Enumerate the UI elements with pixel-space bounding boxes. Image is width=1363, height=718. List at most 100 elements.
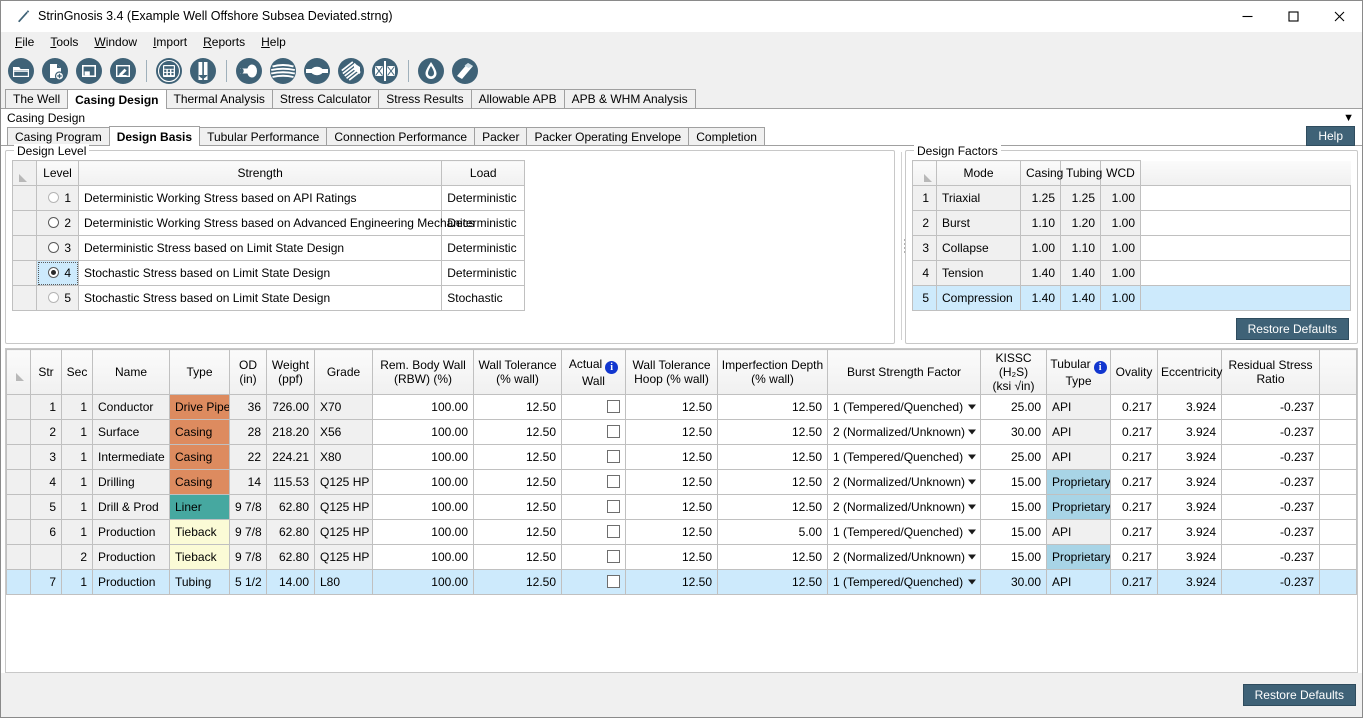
row-index[interactable]: 2 [912,210,937,236]
eccentricity-cell[interactable]: 3.924 [1157,394,1222,420]
column-header-eccentricity[interactable]: Eccentricity [1157,349,1222,395]
menu-item-tools[interactable]: Tools [42,33,86,51]
minimize-button[interactable] [1224,1,1270,32]
grade-cell[interactable]: Q125 HP [314,469,373,495]
pipe-burst-icon[interactable] [234,56,264,86]
wall-tolerance-cell[interactable]: 12.50 [473,569,562,595]
design-level-row[interactable]: 2 Deterministic Working Stress based on A… [12,210,888,236]
tubular-type-cell[interactable]: API [1046,444,1111,470]
chevron-down-icon[interactable]: ▼ [1343,112,1354,124]
row-header[interactable] [6,444,31,470]
actual-wall-cell[interactable] [561,394,626,420]
actual-wall-checkbox[interactable] [607,575,620,588]
column-header-mode[interactable]: Mode [936,160,1021,186]
edit-document-icon[interactable] [108,56,138,86]
wall-tolerance-hoop-cell[interactable]: 12.50 [625,394,718,420]
wall-tolerance-cell[interactable]: 12.50 [473,519,562,545]
casing-factor-cell[interactable]: 1.25 [1020,185,1061,211]
grid-corner[interactable] [912,160,937,186]
mode-cell[interactable]: Compression [936,285,1021,311]
column-header-type[interactable]: Type [169,349,230,395]
subtab-design-basis[interactable]: Design Basis [108,126,201,146]
column-header-load[interactable]: Load [441,160,526,186]
name-cell[interactable]: Drilling [92,469,170,495]
level-cell[interactable]: 5 [36,285,79,311]
column-header-burst-strength-factor[interactable]: Burst Strength Factor [827,349,981,395]
tab-thermal-analysis[interactable]: Thermal Analysis [165,89,273,108]
kissc-cell[interactable]: 30.00 [980,569,1047,595]
grade-cell[interactable]: X80 [314,444,373,470]
load-cell[interactable]: Deterministic [441,210,526,236]
wall-tolerance-hoop-cell[interactable]: 12.50 [625,419,718,445]
rbw-cell[interactable]: 100.00 [372,544,474,570]
grade-cell[interactable]: L80 [314,569,373,595]
design-factor-row[interactable]: 5 Compression 1.40 1.40 1.00 [912,285,1351,311]
ovality-cell[interactable]: 0.217 [1110,519,1158,545]
ovality-cell[interactable]: 0.217 [1110,419,1158,445]
grid-corner[interactable] [12,160,37,186]
cement-icon[interactable] [450,56,480,86]
weight-cell[interactable]: 115.53 [266,469,315,495]
wcd-factor-cell[interactable]: 1.00 [1100,185,1141,211]
residual-stress-ratio-cell[interactable]: -0.237 [1221,419,1320,445]
imperfection-depth-cell[interactable]: 12.50 [717,494,828,520]
grid-corner[interactable] [6,349,31,395]
maximize-button[interactable] [1270,1,1316,32]
rbw-cell[interactable]: 100.00 [372,494,474,520]
tubular-type-cell[interactable]: Proprietary [1046,469,1111,495]
section-number-cell[interactable]: 1 [61,419,93,445]
calculator-icon[interactable] [154,56,184,86]
kissc-cell[interactable]: 25.00 [980,444,1047,470]
wall-tolerance-hoop-cell[interactable]: 12.50 [625,519,718,545]
ovality-cell[interactable]: 0.217 [1110,444,1158,470]
row-header[interactable] [12,285,37,311]
row-header[interactable] [6,494,31,520]
eccentricity-cell[interactable]: 3.924 [1157,444,1222,470]
wall-tolerance-hoop-cell[interactable]: 12.50 [625,544,718,570]
actual-wall-cell[interactable] [561,419,626,445]
strength-cell[interactable]: Deterministic Working Stress based on AP… [77,185,443,211]
subtab-casing-program[interactable]: Casing Program [7,127,110,145]
tubular-type-cell[interactable]: API [1046,419,1111,445]
tab-stress-calculator[interactable]: Stress Calculator [271,89,380,108]
strength-cell[interactable]: Deterministic Stress based on Limit Stat… [77,235,443,261]
actual-wall-cell[interactable] [561,519,626,545]
level-cell[interactable]: 1 [36,185,79,211]
table-row[interactable]: 1 1 Conductor Drive Pipe 36 726.00 X70 100.00 12… [6,394,1357,420]
tab-apb-whm-analysis[interactable]: APB & WHM Analysis [563,89,696,108]
actual-wall-cell[interactable] [561,444,626,470]
wall-tolerance-hoop-cell[interactable]: 12.50 [625,444,718,470]
eccentricity-cell[interactable]: 3.924 [1157,469,1222,495]
ovality-cell[interactable]: 0.217 [1110,469,1158,495]
tubular-type-cell[interactable]: Proprietary [1046,544,1111,570]
subtab-tubular-performance[interactable]: Tubular Performance [199,127,328,145]
residual-stress-ratio-cell[interactable]: -0.237 [1221,569,1320,595]
subtab-packer[interactable]: Packer [474,127,528,145]
open-folder-icon[interactable] [6,56,36,86]
eccentricity-cell[interactable]: 3.924 [1157,519,1222,545]
row-header[interactable] [12,185,37,211]
row-header[interactable] [6,469,31,495]
close-button[interactable] [1316,1,1362,32]
od-cell[interactable]: 9 7/8 [229,519,267,545]
name-cell[interactable]: Conductor [92,394,170,420]
name-cell[interactable]: Production [92,544,170,570]
casing-factor-cell[interactable]: 1.40 [1020,285,1061,311]
residual-stress-ratio-cell[interactable]: -0.237 [1221,444,1320,470]
tubing-factor-cell[interactable]: 1.25 [1060,185,1101,211]
chevron-down-icon[interactable] [968,429,976,435]
packer-icon[interactable] [370,56,400,86]
menu-item-file[interactable]: File [7,33,42,51]
tab-stress-results[interactable]: Stress Results [378,89,472,108]
actual-wall-checkbox[interactable] [607,525,620,538]
type-cell[interactable]: Casing [169,469,230,495]
ovality-cell[interactable]: 0.217 [1110,569,1158,595]
name-cell[interactable]: Production [92,519,170,545]
burst-strength-factor-select[interactable]: 1 (Tempered/Quenched) [827,444,981,470]
string-number-cell[interactable]: 5 [30,494,62,520]
wcd-factor-cell[interactable]: 1.00 [1100,285,1141,311]
eccentricity-cell[interactable]: 3.924 [1157,544,1222,570]
chevron-down-icon[interactable] [968,454,976,460]
burst-strength-factor-select[interactable]: 2 (Normalized/Unknown) [827,494,981,520]
imperfection-depth-cell[interactable]: 12.50 [717,394,828,420]
